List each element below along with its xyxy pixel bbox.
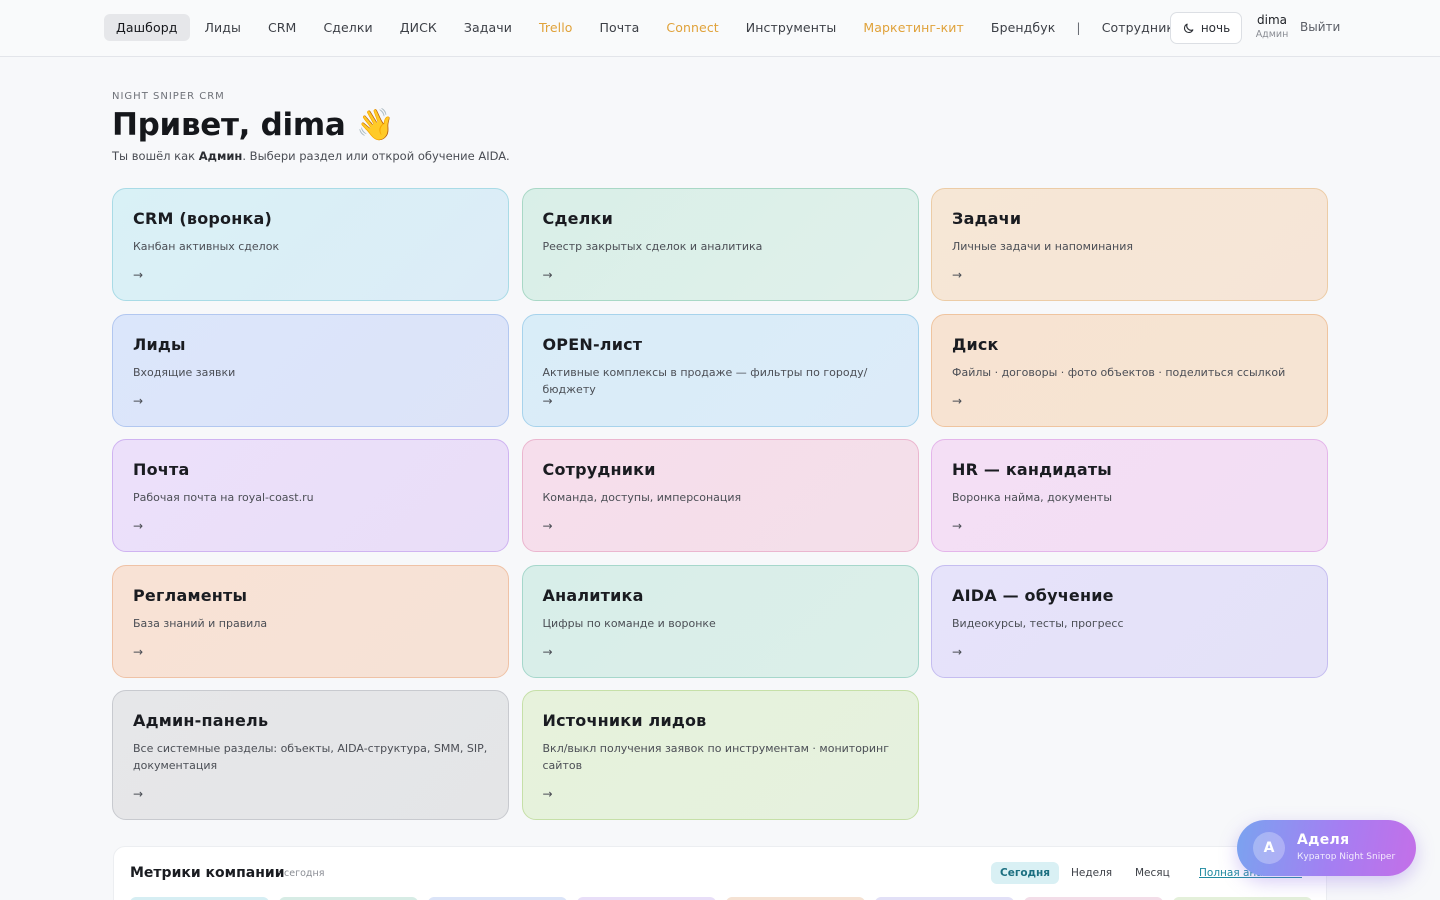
card-description: Файлы · договоры · фото объектов · подел… bbox=[952, 365, 1286, 379]
arrow-right-icon: → bbox=[952, 268, 963, 282]
period-week-button[interactable]: Неделя bbox=[1062, 862, 1121, 884]
card-title: Админ-панель bbox=[133, 711, 269, 730]
card-description: Входящие заявки bbox=[133, 365, 236, 379]
user-role: Админ bbox=[1255, 29, 1289, 40]
arrow-right-icon: → bbox=[542, 393, 553, 408]
nav-item[interactable]: Почта bbox=[588, 14, 652, 41]
arrow-right-icon: → bbox=[133, 787, 144, 801]
arrow-right-icon: → bbox=[133, 519, 144, 533]
card-description: Видеокурсы, тесты, прогресс bbox=[952, 616, 1124, 630]
nav-item[interactable]: Брендбук bbox=[979, 14, 1067, 41]
section-card[interactable]: AIDA — обучение Видеокурсы, тесты, прогре… bbox=[931, 564, 1328, 678]
arrow-right-icon: → bbox=[542, 268, 553, 282]
theme-toggle-button[interactable]: ночь bbox=[1170, 12, 1242, 44]
page-subtitle: Ты вошёл как Админ. Выбери раздел или от… bbox=[112, 149, 510, 163]
card-title: HR — кандидаты bbox=[952, 460, 1112, 479]
section-card[interactable]: OPEN-лист Активные комплексы в продаже — … bbox=[521, 313, 919, 427]
card-description: Активные комплексы в продаже — фильтры п… bbox=[542, 365, 868, 396]
section-card[interactable]: Сделки Реестр закрытых сделок и аналитика… bbox=[521, 188, 919, 301]
card-title: Лиды bbox=[133, 334, 186, 354]
section-card[interactable]: Сотрудники Команда, доступы, имперсонация… bbox=[521, 439, 919, 552]
section-card[interactable]: Регламенты База знаний и правила → bbox=[112, 564, 509, 678]
card-title: CRM (воронка) bbox=[133, 209, 273, 228]
top-navbar: Дашборд Лиды CRM Сделки ДИСК Задачи Trello Почт… bbox=[0, 0, 1440, 57]
card-description: База знаний и правила bbox=[133, 616, 268, 630]
section-card[interactable]: Лиды Входящие заявки → bbox=[112, 313, 509, 427]
section-cards-grid: CRM (воронка) Канбан активных сделок → Сдел… bbox=[112, 188, 1328, 820]
nav-item[interactable]: Connect bbox=[654, 14, 730, 41]
arrow-right-icon: → bbox=[542, 519, 553, 533]
nav-item[interactable]: Задачи bbox=[452, 14, 524, 41]
section-card[interactable]: Источники лидов Вкл/выкл получения заявок… bbox=[521, 690, 919, 820]
card-description: Рабочая почта на royal-coast.ru bbox=[133, 491, 314, 504]
section-card[interactable]: Задачи Личные задачи и напоминания → bbox=[931, 188, 1328, 301]
card-title: Диск bbox=[952, 334, 999, 354]
nav-item[interactable]: CRM bbox=[256, 14, 309, 41]
card-description: Канбан активных сделок bbox=[133, 240, 280, 253]
main-nav: Дашборд Лиды CRM Сделки ДИСК Задачи Trello Почт… bbox=[104, 13, 1170, 42]
section-card[interactable]: CRM (воронка) Канбан активных сделок → bbox=[112, 188, 509, 301]
arrow-right-icon: → bbox=[542, 787, 553, 801]
logout-link[interactable]: Выйти bbox=[1300, 20, 1340, 34]
theme-label: ночь bbox=[1200, 21, 1231, 35]
card-title: OPEN-лист bbox=[542, 334, 643, 354]
subtitle-prefix: Ты вошёл как bbox=[112, 149, 199, 163]
page-title: Привет, dima 👋 bbox=[112, 107, 395, 143]
metrics-title: Метрики компании bbox=[130, 865, 285, 881]
card-description: Личные задачи и напоминания bbox=[952, 240, 1133, 253]
section-card[interactable]: Почта Рабочая почта на royal-coast.ru → bbox=[112, 439, 509, 552]
arrow-right-icon: → bbox=[133, 268, 144, 282]
section-card[interactable]: Аналитика Цифры по команде и воронке → bbox=[521, 564, 919, 678]
nav-item[interactable]: Маркетинг-кит bbox=[851, 14, 976, 41]
card-title: Аналитика bbox=[542, 585, 644, 605]
nav-item[interactable]: ДИСК bbox=[388, 14, 449, 41]
card-title: AIDA — обучение bbox=[952, 585, 1114, 605]
card-title: Сотрудники bbox=[542, 460, 656, 479]
card-title: Регламенты bbox=[133, 585, 248, 605]
curator-chat-button[interactable]: А Аделя Куратор Night Sniper bbox=[1237, 820, 1416, 876]
nav-item[interactable]: Сотрудники bbox=[1090, 14, 1170, 41]
card-title: Задачи bbox=[952, 209, 1022, 228]
user-info: dima Админ bbox=[1252, 13, 1292, 40]
subtitle-suffix: . Выбери раздел или открой обучение AIDA… bbox=[242, 149, 510, 163]
brand-eyebrow: NIGHT SNIPER CRM bbox=[112, 91, 225, 102]
section-card[interactable]: Диск Файлы · договоры · фото объектов · п… bbox=[931, 313, 1328, 427]
card-description: Все системные разделы: объекты, AIDA-стр… bbox=[133, 742, 488, 772]
arrow-right-icon: → bbox=[133, 644, 144, 659]
card-description: Воронка найма, документы bbox=[952, 491, 1113, 504]
card-description: Команда, доступы, имперсонация bbox=[542, 491, 742, 504]
card-title: Почта bbox=[133, 460, 190, 479]
section-card[interactable]: Админ-панель Все системные разделы: объек… bbox=[112, 690, 509, 820]
nav-item[interactable]: Лиды bbox=[193, 14, 253, 41]
card-title: Источники лидов bbox=[542, 711, 707, 730]
card-title: Сделки bbox=[542, 209, 614, 228]
period-today-button[interactable]: Сегодня bbox=[991, 862, 1060, 884]
nav-item[interactable]: Инструменты bbox=[734, 14, 849, 41]
arrow-right-icon: → bbox=[542, 644, 553, 659]
moon-icon bbox=[1183, 23, 1194, 33]
curator-avatar: А bbox=[1253, 832, 1285, 864]
user-name: dima bbox=[1257, 13, 1287, 27]
card-description: Цифры по команде и воронке bbox=[542, 616, 716, 630]
nav-item[interactable]: Сделки bbox=[311, 14, 384, 41]
arrow-right-icon: → bbox=[952, 519, 963, 533]
card-description: Реестр закрытых сделок и аналитика bbox=[542, 240, 763, 253]
nav-item[interactable]: Trello bbox=[527, 14, 585, 41]
section-card[interactable]: HR — кандидаты Воронка найма, документы → bbox=[931, 439, 1328, 552]
arrow-right-icon: → bbox=[952, 393, 963, 408]
arrow-right-icon: → bbox=[133, 393, 144, 408]
metrics-subtitle: · сегодня bbox=[278, 868, 325, 879]
card-description: Вкл/выкл получения заявок по инструмента… bbox=[542, 742, 890, 772]
subtitle-role: Админ bbox=[198, 149, 243, 163]
period-month-button[interactable]: Месяц bbox=[1126, 862, 1179, 884]
company-metrics-panel: Метрики компании · сегодня Сегодня Недел… bbox=[113, 846, 1327, 900]
nav-item[interactable]: Дашборд bbox=[104, 14, 190, 41]
curator-role: Куратор Night Sniper bbox=[1297, 852, 1396, 862]
arrow-right-icon: → bbox=[952, 644, 963, 659]
curator-name: Аделя bbox=[1297, 832, 1350, 848]
nav-separator: | bbox=[1076, 20, 1081, 35]
